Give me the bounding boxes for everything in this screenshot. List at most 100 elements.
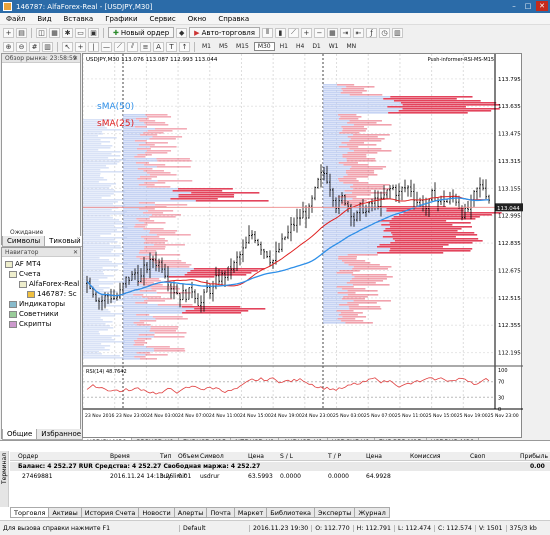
chart-shift-icon[interactable]: ⇤	[352, 27, 364, 38]
close-icon[interactable]: ✕	[73, 248, 78, 257]
column-header[interactable]: Цена	[248, 452, 264, 461]
terminal-tab[interactable]: Торговля	[10, 507, 50, 518]
column-header[interactable]: Символ	[200, 452, 224, 461]
tf-w1[interactable]: W1	[326, 43, 342, 50]
column-header[interactable]: T / P	[328, 452, 341, 461]
column-header[interactable]: S / L	[280, 452, 293, 461]
tf-m15[interactable]: M15	[233, 43, 252, 50]
tree-accounts[interactable]: Счета	[5, 269, 80, 279]
tree-root[interactable]: AF MT4	[5, 259, 80, 269]
auto-trading-button[interactable]: ▶ Авто-торговля	[189, 27, 260, 38]
tree-indicators[interactable]: Индикаторы	[5, 299, 80, 309]
chart-canvas[interactable]: 113.044 113.795 113.635 113.475 113.315 113.1…	[82, 54, 523, 439]
column-header[interactable]: Комиссия	[410, 452, 440, 461]
tf-h4[interactable]: H4	[293, 43, 307, 50]
volume-profile-bar	[83, 317, 101, 319]
zoom-out-icon[interactable]: −	[313, 27, 325, 38]
zoom-in-chart-icon[interactable]: ⊕	[3, 41, 14, 52]
cursor-icon[interactable]: ↖	[62, 41, 73, 52]
terminal-tab[interactable]: Эксперты	[314, 507, 356, 518]
maximize-button[interactable]: □	[522, 1, 534, 11]
templates-icon[interactable]: ▥	[391, 27, 403, 38]
tf-h1[interactable]: H1	[277, 43, 291, 50]
new-chart-icon[interactable]: +	[3, 27, 14, 38]
zoom-in-icon[interactable]: +	[300, 27, 312, 38]
zoom-out-chart-icon[interactable]: ⊖	[16, 41, 27, 52]
menu-charts[interactable]: Графики	[99, 15, 143, 23]
terminal-tab[interactable]: История Счета	[80, 507, 140, 518]
volume-profile-bar	[323, 254, 348, 256]
hline-icon[interactable]: —	[101, 41, 112, 52]
terminal-tab[interactable]: Новости	[138, 507, 175, 518]
column-header[interactable]: Время	[110, 452, 130, 461]
column-header[interactable]: Тип	[160, 452, 172, 461]
volume-profile-bar	[336, 286, 354, 288]
tf-m1[interactable]: M1	[199, 43, 214, 50]
text-icon[interactable]: A	[153, 41, 164, 52]
tf-mn[interactable]: MN	[344, 43, 360, 50]
volume-profile-bar	[83, 339, 115, 341]
volume-profile-bar	[123, 202, 139, 204]
menu-insert[interactable]: Вставка	[58, 15, 100, 23]
indicators-icon[interactable]: ƒ	[365, 27, 377, 38]
terminal-icon[interactable]: ▭	[75, 27, 86, 38]
tree-scripts[interactable]: Скрипты	[5, 319, 80, 329]
tab-tick-chart[interactable]: Тиковый гр	[44, 236, 86, 255]
new-order-button[interactable]: ✚ Новый ордер	[108, 27, 175, 38]
terminal-tab[interactable]: Маркет	[233, 507, 268, 518]
arrows-icon[interactable]: ↑	[179, 41, 190, 52]
candles-icon[interactable]: ▮	[274, 27, 286, 38]
market-watch-icon[interactable]: ◫	[36, 27, 47, 38]
tile-icon[interactable]: ▦	[326, 27, 338, 38]
column-header[interactable]: Цена	[366, 452, 382, 461]
trendline-icon[interactable]: ⟋	[114, 41, 125, 52]
line-chart-icon[interactable]: ⟋	[287, 27, 299, 38]
minimize-button[interactable]: –	[508, 1, 520, 11]
menu-view[interactable]: Вид	[31, 15, 57, 23]
menu-window[interactable]: Окно	[182, 15, 213, 23]
vline-icon[interactable]: |	[88, 41, 99, 52]
terminal-tab[interactable]: Библиотека	[266, 507, 316, 518]
tab-common[interactable]: Общие	[2, 429, 38, 440]
volume-profile-bar	[377, 252, 444, 254]
terminal-tab[interactable]: Почта	[206, 507, 235, 518]
menu-help[interactable]: Справка	[212, 15, 255, 23]
column-header[interactable]: Своп	[470, 452, 485, 461]
label-icon[interactable]: T	[166, 41, 177, 52]
close-button[interactable]: ✕	[536, 1, 548, 11]
tree-experts[interactable]: Советники	[5, 309, 80, 319]
volume-profile-bar	[323, 260, 342, 262]
table-row[interactable]: 27469881 2016.11.24 14:13:26 buy limit 0.01…	[10, 472, 550, 481]
column-header[interactable]: Объем	[178, 452, 199, 461]
tree-account[interactable]: 146787: Sc	[5, 289, 80, 299]
autoscroll-icon[interactable]: ⇥	[339, 27, 351, 38]
tf-m30[interactable]: M30	[253, 42, 275, 51]
tab-favorites[interactable]: Избранное	[36, 429, 87, 440]
tree-server[interactable]: AlfaForex-Real	[5, 279, 80, 289]
tester-icon[interactable]: ▣	[88, 27, 99, 38]
channel-icon[interactable]: ⫽	[127, 41, 138, 52]
data-window-icon[interactable]: ▦	[49, 27, 60, 38]
navigator-icon[interactable]: ✱	[62, 27, 73, 38]
tf-m5[interactable]: M5	[216, 43, 231, 50]
menu-tools[interactable]: Сервис	[144, 15, 182, 23]
price-chart[interactable]: 113.044 113.795 113.635 113.475 113.315 113.1…	[82, 53, 523, 439]
terminal-tab[interactable]: Журнал	[354, 507, 390, 518]
terminal-tab[interactable]: Алерты	[173, 507, 208, 518]
profiles-icon[interactable]: ▤	[16, 27, 27, 38]
tf-d1[interactable]: D1	[309, 43, 323, 50]
column-header[interactable]: Ордер	[18, 452, 38, 461]
status-profile[interactable]: Default	[180, 524, 250, 532]
grid-icon[interactable]: #	[29, 41, 40, 52]
menu-file[interactable]: Файл	[0, 15, 31, 23]
volumes-icon[interactable]: ▥	[42, 41, 53, 52]
bar-chart-icon[interactable]: ⫴	[261, 27, 273, 38]
fibo-icon[interactable]: ≡	[140, 41, 151, 52]
crosshair-icon[interactable]: +	[75, 41, 86, 52]
tab-symbols[interactable]: Символы	[2, 236, 46, 247]
close-icon[interactable]: ✕	[73, 54, 78, 63]
column-header[interactable]: Прибыль	[520, 452, 548, 461]
meta-editor-icon[interactable]: ◆	[176, 27, 188, 38]
terminal-tab[interactable]: Активы	[48, 507, 82, 518]
period-icon[interactable]: ◷	[378, 27, 390, 38]
